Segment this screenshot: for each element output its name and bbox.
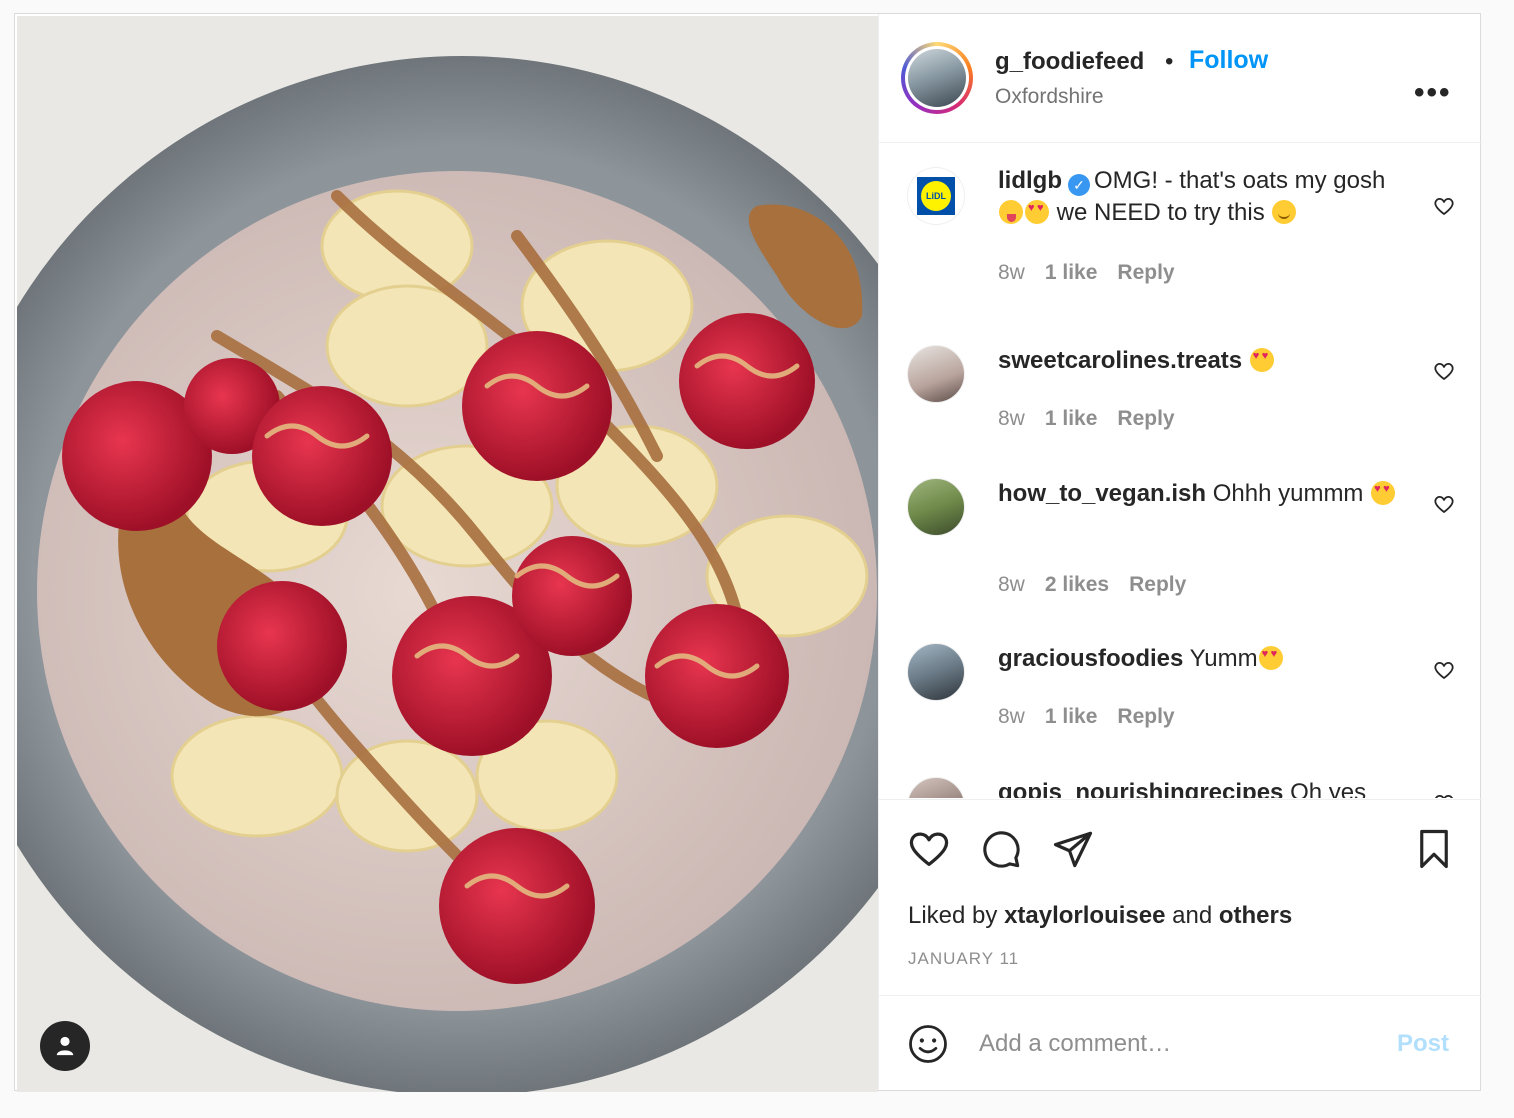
bookmark-icon[interactable] xyxy=(1414,828,1454,870)
liked-by-prefix: Liked by xyxy=(908,902,998,929)
comment-body: OMG! - that's oats my gosh xyxy=(1093,167,1386,194)
post-header: g_foodiefeed • Follow Oxfordshire ••• xyxy=(879,14,1482,143)
heart-eyes-emoji xyxy=(1249,348,1274,372)
commenter-avatar[interactable] xyxy=(907,345,965,403)
comment-age[interactable]: 8w xyxy=(998,573,1025,596)
tag-user-icon xyxy=(56,1036,74,1056)
comment-meta: 8w 1 like Reply xyxy=(998,261,1195,285)
liked-by-others-link[interactable]: others xyxy=(1219,902,1292,929)
comment-text: gopis_nourishingrecipes Oh yes xyxy=(998,777,1428,798)
comment-body: we NEED to try this xyxy=(1050,199,1272,226)
reply-button[interactable]: Reply xyxy=(1117,407,1174,430)
more-icon: ••• xyxy=(1414,76,1452,109)
post-image[interactable] xyxy=(17,16,878,1092)
like-heart-icon[interactable] xyxy=(907,828,951,868)
post-side-panel: g_foodiefeed • Follow Oxfordshire ••• Li… xyxy=(878,14,1482,1090)
comment-text: graciousfoodies Yumm xyxy=(998,643,1398,675)
post-date[interactable]: JANUARY 11 xyxy=(908,949,1019,969)
commenter-username[interactable]: gopis_nourishingrecipes xyxy=(998,779,1283,798)
comment-text: sweetcarolines.treats xyxy=(998,345,1398,377)
heart-icon[interactable] xyxy=(1432,492,1456,516)
header-separator: • xyxy=(1165,48,1174,75)
add-comment-bar: Post xyxy=(879,995,1482,1091)
heart-eyes-emoji xyxy=(1025,200,1049,224)
reply-button[interactable]: Reply xyxy=(1117,261,1174,284)
more-options-button[interactable]: ••• xyxy=(1414,76,1452,110)
comment-text: lidlgb✓OMG! - that's oats my gosh we NEE… xyxy=(998,165,1398,229)
comment-likes[interactable]: 1 like xyxy=(1045,261,1098,284)
winking-tongue-emoji xyxy=(999,200,1023,224)
comment-text: how_to_vegan.ish Ohhh yummm xyxy=(998,478,1398,510)
author-avatar[interactable] xyxy=(901,42,973,114)
commenter-username[interactable]: sweetcarolines.treats xyxy=(998,347,1242,374)
post-actions: Liked by xtaylorlouisee and others JANUA… xyxy=(879,799,1482,996)
post-location[interactable]: Oxfordshire xyxy=(995,85,1104,109)
commenter-avatar[interactable] xyxy=(907,478,965,536)
comment-input[interactable] xyxy=(979,1024,1379,1064)
lidl-logo: LiDL xyxy=(921,181,951,211)
comment-likes[interactable]: 2 likes xyxy=(1045,573,1109,596)
heart-eyes-emoji xyxy=(1371,481,1396,505)
tag-user-button[interactable] xyxy=(40,1021,90,1071)
comment-likes[interactable]: 1 like xyxy=(1045,407,1098,430)
liked-by-user-link[interactable]: xtaylorlouisee xyxy=(1004,902,1165,929)
comments-list[interactable]: LiDL lidlgb✓OMG! - that's oats my gosh w… xyxy=(879,143,1482,798)
comment-meta: 8w 1 like Reply xyxy=(998,407,1195,431)
comment-meta: 8w 2 likes Reply xyxy=(998,573,1206,597)
liked-by-text: Liked by xtaylorlouisee and others xyxy=(908,902,1292,930)
comment-likes[interactable]: 1 like xyxy=(1045,705,1098,728)
reply-button[interactable]: Reply xyxy=(1129,573,1186,596)
commenter-avatar[interactable] xyxy=(907,643,965,701)
comment-body: Yumm xyxy=(1189,645,1258,672)
comment-body: Oh yes xyxy=(1290,779,1367,798)
commenter-avatar[interactable] xyxy=(907,777,965,798)
verified-icon: ✓ xyxy=(1067,174,1090,196)
comment-meta: 8w 1 like Reply xyxy=(998,705,1195,729)
reply-button[interactable]: Reply xyxy=(1117,705,1174,728)
comment-age[interactable]: 8w xyxy=(998,261,1025,284)
commenter-username[interactable]: how_to_vegan.ish xyxy=(998,480,1206,507)
emoji-icon[interactable] xyxy=(907,1023,949,1065)
relieved-emoji xyxy=(1272,200,1297,224)
follow-button[interactable]: Follow xyxy=(1189,46,1268,75)
heart-eyes-emoji xyxy=(1258,646,1283,670)
comment-age[interactable]: 8w xyxy=(998,407,1025,430)
post-card: g_foodiefeed • Follow Oxfordshire ••• Li… xyxy=(14,13,1482,1092)
heart-icon[interactable] xyxy=(1432,359,1456,383)
commenter-avatar[interactable]: LiDL xyxy=(907,167,965,225)
oatmeal-bowl-photo xyxy=(17,16,878,1092)
heart-icon[interactable] xyxy=(1432,194,1456,218)
commenter-username[interactable]: lidlgb xyxy=(998,167,1062,194)
liked-by-and: and xyxy=(1172,902,1213,929)
author-username[interactable]: g_foodiefeed xyxy=(995,48,1144,76)
comment-icon[interactable] xyxy=(979,828,1023,870)
heart-icon[interactable] xyxy=(1432,791,1456,798)
heart-icon[interactable] xyxy=(1432,658,1456,682)
comment-age[interactable]: 8w xyxy=(998,705,1025,728)
commenter-username[interactable]: graciousfoodies xyxy=(998,645,1183,672)
post-comment-button[interactable]: Post xyxy=(1397,1030,1449,1058)
comment-body: Ohhh yummm xyxy=(1212,480,1364,507)
share-icon[interactable] xyxy=(1051,828,1095,870)
